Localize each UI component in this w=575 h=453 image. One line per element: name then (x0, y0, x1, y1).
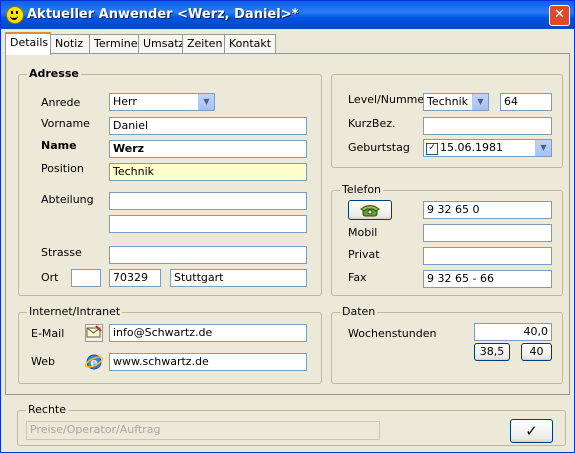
telefon-legend: Telefon (340, 183, 384, 196)
ort-label: Ort (41, 271, 59, 284)
telephone-icon (360, 205, 380, 217)
internet-explorer-icon: e (84, 354, 104, 370)
smiley-icon (6, 6, 24, 24)
daten-legend: Daten (340, 305, 378, 318)
nummer-field[interactable]: 64 (500, 93, 552, 111)
preset-40-button[interactable]: 40 (521, 343, 552, 361)
phone-field[interactable]: 9 32 65 0 (423, 201, 552, 219)
wochenstunden-field[interactable]: 40,0 (474, 323, 552, 341)
strasse-field[interactable] (109, 246, 307, 264)
rechte-group: Rechte Preise/Operator/Auftrag (17, 403, 566, 446)
rechte-field: Preise/Operator/Auftrag (26, 421, 380, 440)
level-select[interactable]: Technik ▼ (423, 93, 489, 111)
ok-button[interactable]: ✓ (510, 419, 553, 443)
fax-label: Fax (348, 271, 367, 284)
country-field[interactable] (71, 269, 101, 287)
internet-legend: Internet/Intranet (27, 305, 123, 318)
kurzbez-label: KurzBez. (348, 117, 396, 130)
dial-button[interactable] (348, 200, 392, 220)
email-label: E-Mail (31, 327, 65, 340)
email-button[interactable] (85, 324, 103, 342)
level-value: Technik (427, 95, 469, 108)
email-icon (86, 325, 102, 338)
tab-umsatz[interactable]: Umsatz (138, 34, 187, 53)
abteilung-field-2[interactable] (109, 215, 307, 233)
tab-zeiten[interactable]: Zeiten (182, 34, 226, 53)
geburtstag-value: 15.06.1981 (440, 141, 503, 154)
geburtstag-checkbox[interactable]: ✓ (426, 143, 438, 155)
geburtstag-picker[interactable]: ✓ 15.06.1981 ▼ (423, 139, 552, 157)
close-button[interactable]: ✕ (549, 5, 570, 26)
anrede-value: Herr (113, 95, 137, 108)
web-label: Web (31, 355, 55, 368)
strasse-label: Strasse (41, 246, 82, 259)
email-field[interactable]: info@Schwartz.de (109, 324, 307, 342)
adresse-legend: Adresse (27, 67, 81, 80)
internet-group: Internet/Intranet E-Mail info@Schwartz.d… (18, 305, 322, 384)
level-label: Level/Nummer (348, 93, 429, 106)
web-button[interactable]: e (84, 353, 104, 371)
tab-termine[interactable]: Termine (89, 34, 143, 53)
details-panel: Adresse Anrede Herr ▼ Vorname Daniel Nam… (5, 53, 570, 395)
mobil-field[interactable] (423, 224, 552, 242)
chevron-down-icon[interactable]: ▼ (535, 140, 551, 156)
geburtstag-label: Geburtstag (348, 141, 410, 154)
vorname-field[interactable]: Daniel (109, 117, 307, 135)
daten-group: Daten Wochenstunden 40,0 38,5 40 (331, 305, 563, 384)
privat-label: Privat (348, 248, 380, 261)
privat-field[interactable] (423, 247, 552, 265)
wochenstunden-label: Wochenstunden (348, 327, 437, 340)
position-label: Position (41, 162, 84, 175)
title-bar[interactable]: Aktueller Anwender <Werz, Daniel>* ✕ (1, 1, 574, 29)
plz-field[interactable]: 70329 (109, 269, 161, 287)
vorname-label: Vorname (41, 117, 90, 130)
name-label: Name (41, 139, 77, 152)
window-title: Aktueller Anwender <Werz, Daniel>* (27, 7, 299, 22)
anrede-select[interactable]: Herr ▼ (109, 93, 215, 111)
mobil-label: Mobil (348, 226, 378, 239)
anrede-label: Anrede (41, 96, 81, 109)
kurzbez-field[interactable] (423, 117, 552, 135)
tab-kontakt[interactable]: Kontakt (224, 34, 276, 53)
fax-field[interactable]: 9 32 65 - 66 (423, 270, 552, 288)
telefon-group: Telefon 9 32 65 0 Mobil Privat Fax 9 32 … (331, 183, 563, 296)
checkmark-icon: ✓ (525, 422, 538, 440)
level-group: Level/Nummer Technik ▼ 64 KurzBez. Gebur… (331, 74, 563, 168)
web-field[interactable]: www.schwartz.de (109, 353, 307, 371)
tab-details[interactable]: Details (5, 32, 51, 55)
adresse-group: Adresse Anrede Herr ▼ Vorname Daniel Nam… (18, 67, 322, 296)
tab-notiz[interactable]: Notiz (50, 34, 90, 53)
user-window: Aktueller Anwender <Werz, Daniel>* ✕ Det… (0, 0, 575, 453)
rechte-legend: Rechte (26, 403, 69, 416)
name-field[interactable]: Werz (109, 140, 307, 158)
preset-38-5-button[interactable]: 38,5 (474, 343, 510, 361)
chevron-down-icon[interactable]: ▼ (472, 94, 488, 110)
abteilung-label: Abteilung (41, 193, 94, 206)
position-field[interactable]: Technik (109, 163, 307, 181)
city-field[interactable]: Stuttgart (170, 269, 307, 287)
abteilung-field-1[interactable] (109, 192, 307, 210)
chevron-down-icon[interactable]: ▼ (198, 94, 214, 110)
